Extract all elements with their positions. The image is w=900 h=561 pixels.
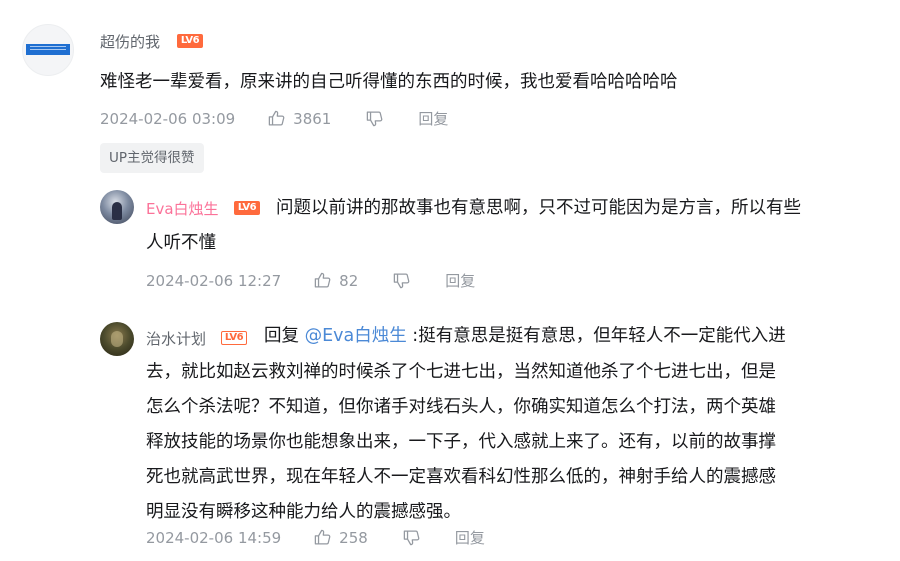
thumb-down-icon [367,111,383,127]
username[interactable]: Eva白烛生 [146,198,219,219]
thumb-down-icon [403,530,420,546]
like-button[interactable]: 3861 [267,109,365,128]
like-button[interactable]: 82 [313,271,392,290]
comment-text-first-line: 回复 @Eva白烛生 :挺有意思是挺有意思，但年轻人不一定能代入进 [264,318,786,354]
mention-link[interactable]: @Eva白烛生 [305,326,407,346]
comment-text: 难怪老一辈爱看，原来讲的自己听得懂的东西的时候，我也爱看哈哈哈哈哈 [100,72,678,92]
comment-time: 2024-02-06 14:59 [146,528,282,547]
comment-actions: 2024-02-06 12:27 82 回复 [146,270,475,291]
comment-text: 明显没有瞬移这种能力给人的震撼感强。 [146,502,461,522]
like-count: 258 [339,528,368,547]
avatar-image [111,331,123,347]
thumb-up-icon [314,272,331,288]
like-count: 3861 [293,109,332,128]
comment-text: 人听不懂 [146,233,216,253]
avatar-image [112,202,122,220]
like-button[interactable]: 258 [313,528,402,547]
level-badge: LV6 [221,331,247,345]
like-count: 82 [339,271,359,290]
avatar[interactable] [100,190,134,224]
avatar[interactable] [22,24,74,76]
thumb-down-icon [394,273,410,289]
username[interactable]: 治水计划 [146,328,206,349]
comment-text: 怎么个杀法呢？不知道，但你诸手对线石头人，你确实知道怎么个打法，两个英雄 [146,397,776,417]
dislike-button[interactable] [392,271,411,290]
comment-text: 去，就比如赵云救刘禅的时候杀了个七进七出，当然知道他杀了个七进七出，但是 [146,362,776,382]
level-badge: LV6 [177,34,203,48]
comment-text: 死也就高武世界，现在年轻人不一定喜欢看科幻性那么低的，神射手给人的震撼感 [146,467,776,487]
comment-actions: 2024-02-06 03:09 3861 回复 [100,108,448,129]
avatar[interactable] [100,322,134,356]
thumb-up-icon [268,110,285,126]
comment-text: 问题以前讲的那故事也有意思啊，只不过可能因为是方言，所以有些 [276,198,801,218]
comment-time: 2024-02-06 12:27 [146,271,282,290]
comment-actions: 2024-02-06 14:59 258 回复 [146,527,485,548]
dislike-button[interactable] [365,109,384,128]
thumb-up-icon [314,529,331,545]
dislike-button[interactable] [402,528,421,547]
comment-text: :挺有意思是挺有意思，但年轻人不一定能代入进 [412,326,786,346]
reply-prefix: 回复 [264,326,299,346]
comment-text: 释放技能的场景你也能想象出来，一下子，代入感就上来了。还有，以前的故事撑 [146,432,776,452]
username[interactable]: 超伤的我 [100,31,160,52]
level-badge: LV6 [234,201,260,215]
comment-time: 2024-02-06 03:09 [100,109,236,128]
reply-button[interactable]: 回复 [418,108,448,129]
up-liked-badge: UP主觉得很赞 [100,143,204,173]
reply-button[interactable]: 回复 [445,270,475,291]
avatar-image [26,44,70,55]
reply-button[interactable]: 回复 [455,527,485,548]
